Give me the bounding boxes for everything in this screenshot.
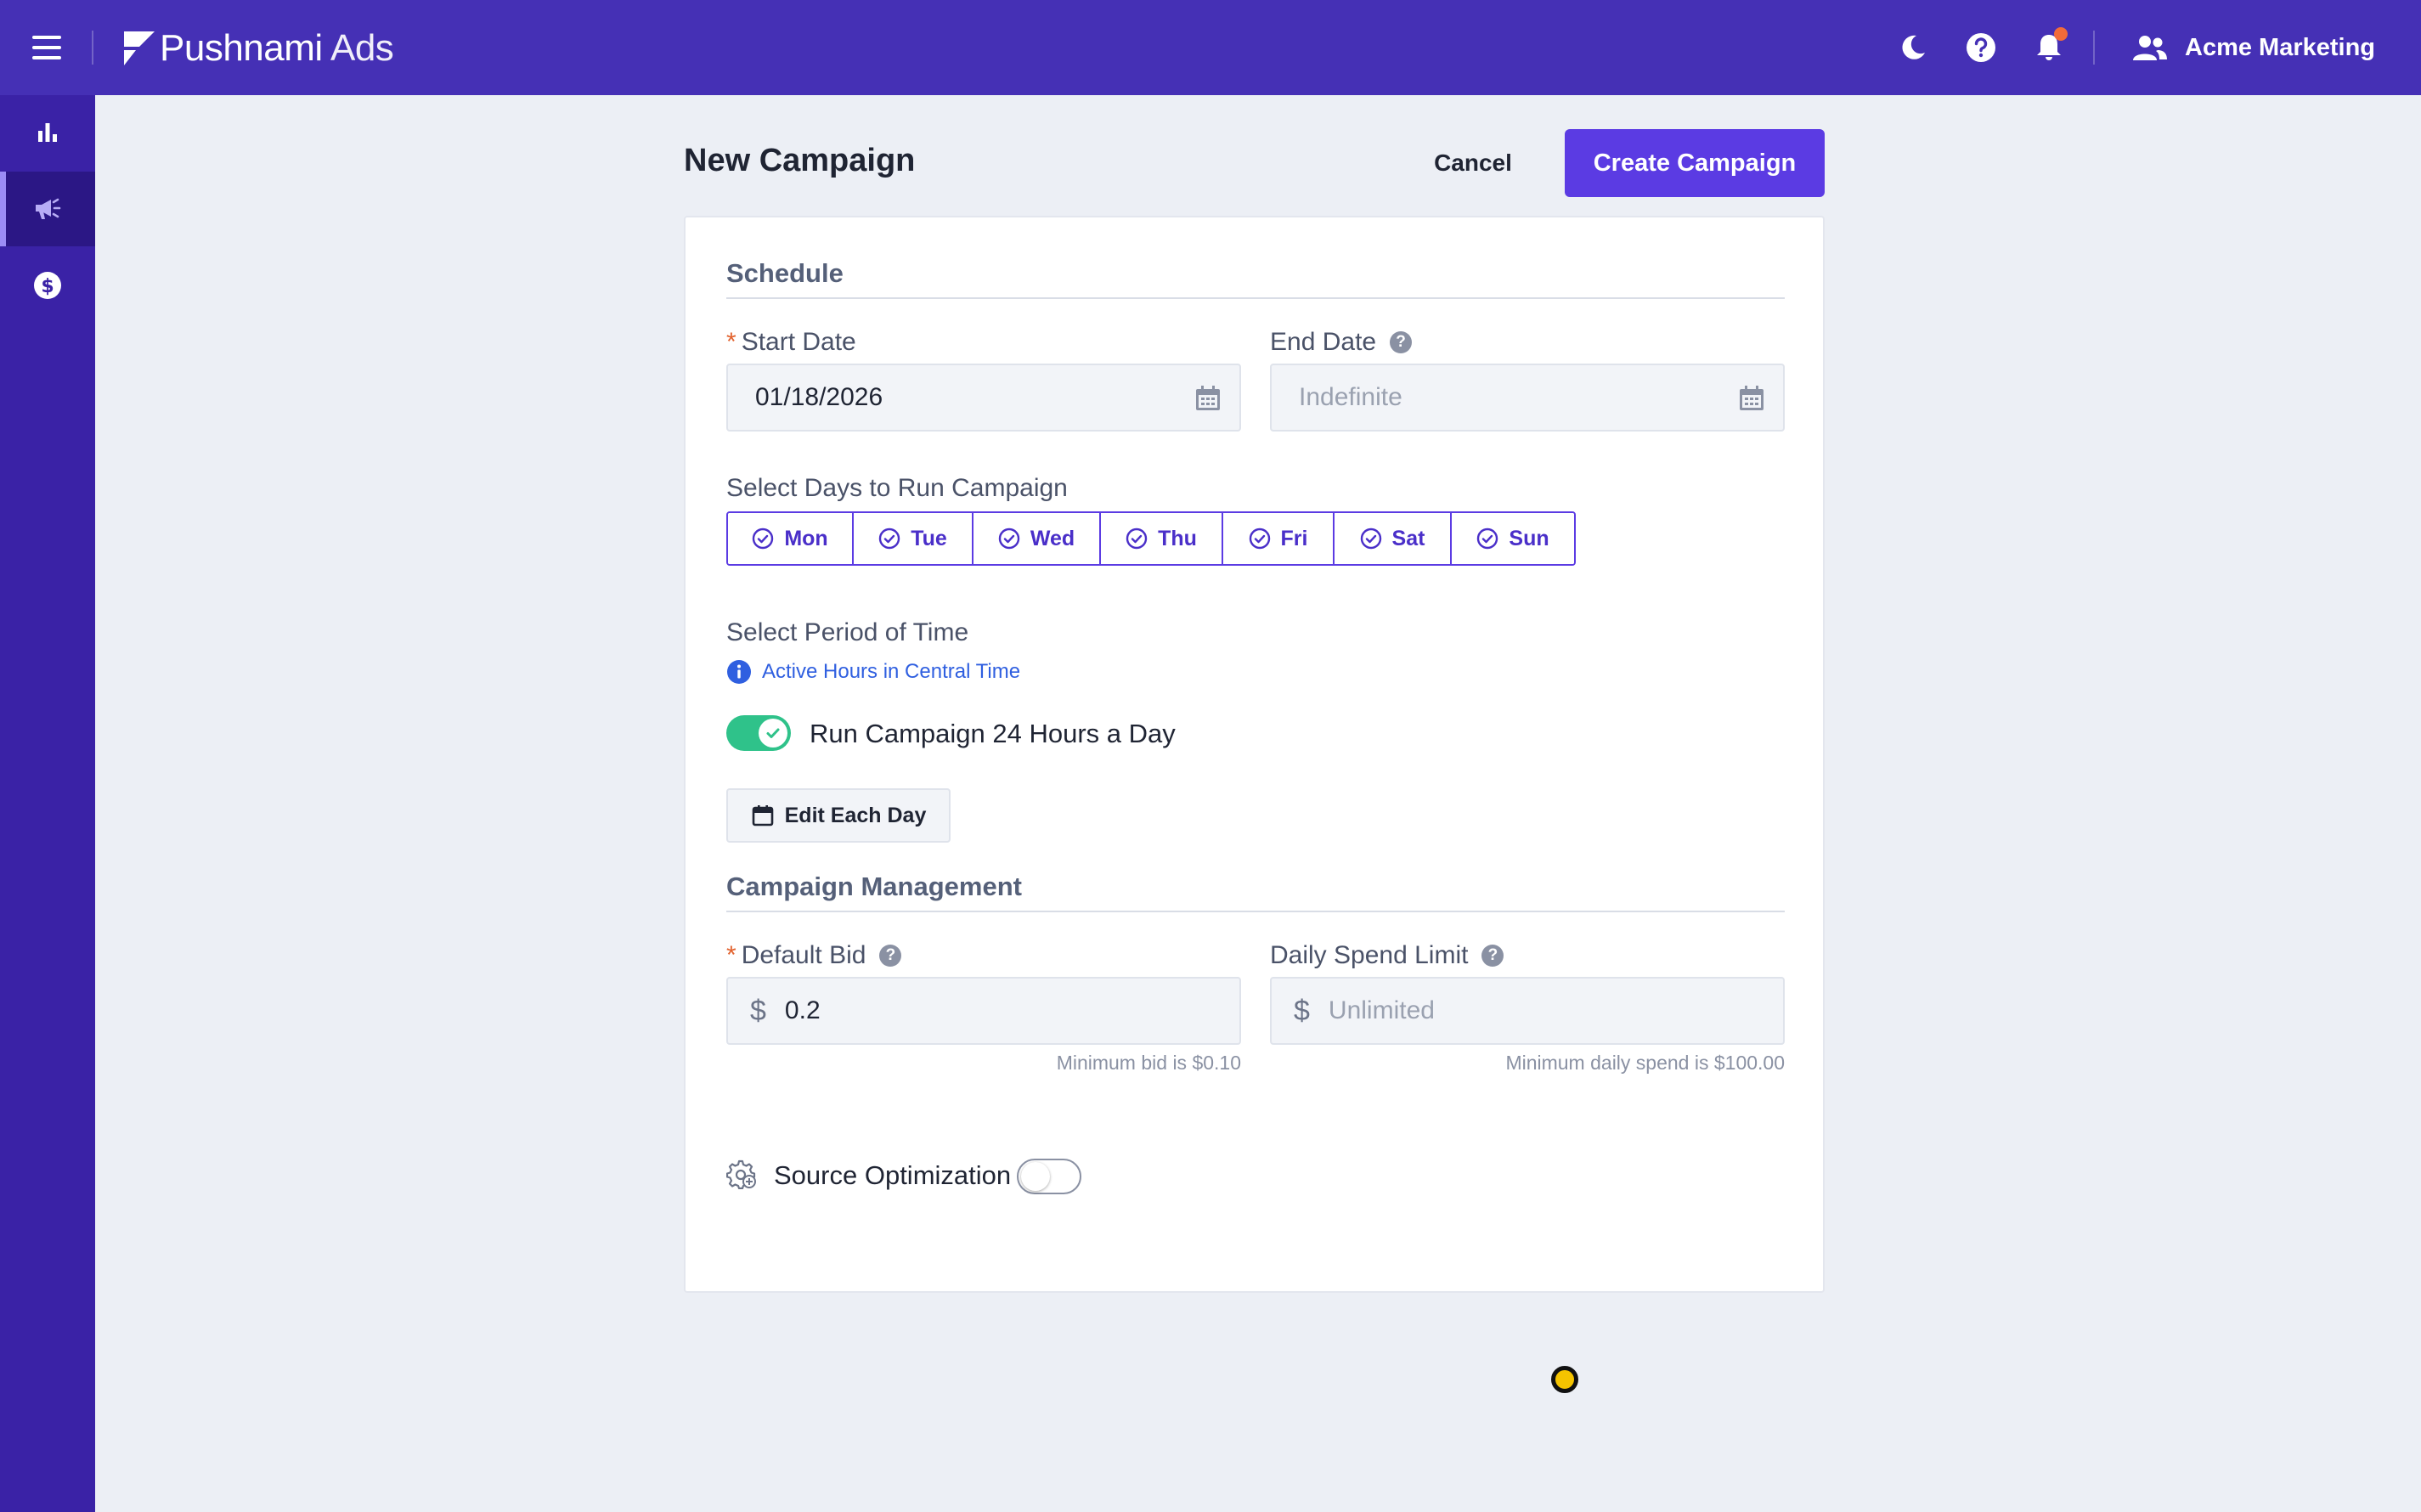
- source-optimization-toggle[interactable]: [1017, 1159, 1081, 1194]
- day-label: Sat: [1391, 526, 1425, 550]
- notification-badge: [2054, 27, 2068, 41]
- timezone-note: Active Hours in Central Time: [726, 659, 1020, 685]
- run-24h-label: Run Campaign 24 Hours a Day: [810, 719, 1176, 748]
- day-label: Fri: [1280, 526, 1308, 550]
- default-bid-label: * Default Bid?: [726, 941, 902, 970]
- day-toggle-tue[interactable]: Tue: [854, 513, 973, 564]
- dollar-icon: $: [1294, 994, 1310, 1027]
- day-selector: Mon Tue Wed Thu Fri Sat Sun: [726, 511, 1576, 566]
- default-bid-hint: Minimum bid is $0.10: [1056, 1052, 1241, 1074]
- daily-limit-hint: Minimum daily spend is $100.00: [1505, 1052, 1785, 1074]
- day-toggle-sun[interactable]: Sun: [1452, 513, 1574, 564]
- daily-limit-label: Daily Spend Limit?: [1270, 941, 1504, 970]
- mouse-cursor: [1551, 1366, 1578, 1393]
- sidebar-item-campaigns[interactable]: [0, 172, 95, 246]
- daily-limit-placeholder: Unlimited: [1328, 996, 1435, 1024]
- sidebar-item-billing[interactable]: $: [0, 248, 95, 323]
- check-circle-icon: [998, 528, 1020, 550]
- account-name: Acme Marketing: [2185, 33, 2376, 61]
- divider: [92, 31, 93, 65]
- dollar-circle-icon: $: [34, 272, 61, 299]
- check-circle-icon: [1249, 528, 1270, 550]
- top-bar: Pushnami Ads Acme Marketing: [0, 0, 2421, 95]
- edit-each-day-label: Edit Each Day: [784, 803, 927, 827]
- notifications-button[interactable]: [2032, 27, 2068, 65]
- bar-chart-icon: [38, 123, 57, 142]
- brand-name: Pushnami: [160, 27, 323, 69]
- sidebar-item-analytics[interactable]: [0, 95, 95, 170]
- toggle-knob: [1021, 1162, 1050, 1191]
- day-label: Thu: [1158, 526, 1197, 550]
- end-date-field[interactable]: Indefinite: [1270, 364, 1785, 432]
- source-optimization-label: Source Optimization: [774, 1160, 1012, 1190]
- users-icon: [2133, 36, 2167, 60]
- daily-limit-label-text: Daily Spend Limit: [1270, 941, 1469, 969]
- calendar-icon[interactable]: [1194, 384, 1222, 413]
- day-toggle-mon[interactable]: Mon: [728, 513, 854, 564]
- management-section-title: Campaign Management: [726, 872, 1022, 901]
- dollar-icon: $: [750, 994, 766, 1027]
- info-icon: [727, 660, 751, 684]
- calendar-icon: [752, 805, 773, 827]
- default-bid-field[interactable]: $ 0.2: [726, 977, 1241, 1045]
- check-circle-icon: [753, 528, 774, 550]
- day-label: Tue: [911, 526, 947, 550]
- sidebar: $: [0, 95, 95, 1512]
- start-date-field[interactable]: 01/18/2026: [726, 364, 1241, 432]
- days-label: Select Days to Run Campaign: [726, 474, 1068, 502]
- brand-suffix: Ads: [322, 27, 394, 69]
- schedule-section-title: Schedule: [726, 258, 844, 288]
- default-bid-value: 0.2: [784, 996, 821, 1024]
- start-date-value: 01/18/2026: [755, 383, 883, 411]
- moon-icon[interactable]: [1896, 31, 1930, 65]
- section-divider: [726, 297, 1785, 299]
- period-label: Select Period of Time: [726, 618, 969, 646]
- gear-icon: [726, 1159, 756, 1189]
- day-toggle-thu[interactable]: Thu: [1101, 513, 1223, 564]
- help-icon[interactable]: [1964, 31, 1998, 65]
- help-icon[interactable]: ?: [879, 945, 902, 967]
- required-marker: *: [726, 941, 736, 969]
- end-date-placeholder: Indefinite: [1299, 383, 1402, 411]
- start-date-label: * Start Date: [726, 328, 856, 357]
- day-label: Wed: [1030, 526, 1075, 550]
- check-circle-icon: [879, 528, 900, 550]
- calendar-icon[interactable]: [1737, 384, 1766, 413]
- check-circle-icon: [1477, 528, 1498, 550]
- start-date-label-text: Start Date: [741, 328, 856, 356]
- menu-icon[interactable]: [32, 36, 61, 59]
- cancel-button[interactable]: Cancel: [1410, 136, 1536, 190]
- help-icon[interactable]: ?: [1481, 945, 1504, 967]
- svg-text:$: $: [41, 276, 54, 297]
- create-campaign-button[interactable]: Create Campaign: [1565, 129, 1825, 197]
- end-date-label-text: End Date: [1270, 328, 1377, 356]
- end-date-label: End Date?: [1270, 328, 1413, 357]
- default-bid-label-text: Default Bid: [741, 941, 866, 969]
- pushnami-logo-icon: [124, 31, 155, 65]
- megaphone-icon: [36, 198, 61, 219]
- edit-each-day-button[interactable]: Edit Each Day: [726, 788, 951, 843]
- section-divider: [726, 911, 1785, 912]
- page-title: New Campaign: [684, 143, 916, 178]
- campaign-form-card: Schedule * Start Date 01/18/2026 End Date…: [684, 216, 1825, 1293]
- daily-limit-field[interactable]: $ Unlimited: [1270, 977, 1785, 1045]
- account-menu[interactable]: Acme Marketing: [2132, 25, 2375, 70]
- check-circle-icon: [1126, 528, 1148, 550]
- day-label: Mon: [784, 526, 828, 550]
- day-toggle-fri[interactable]: Fri: [1223, 513, 1335, 564]
- toggle-knob: [759, 719, 787, 748]
- brand-logo[interactable]: Pushnami Ads: [122, 25, 394, 71]
- timezone-note-text: Active Hours in Central Time: [762, 660, 1021, 683]
- help-icon[interactable]: ?: [1390, 331, 1413, 353]
- run-24h-toggle[interactable]: [726, 715, 791, 751]
- day-toggle-sat[interactable]: Sat: [1335, 513, 1452, 564]
- day-toggle-wed[interactable]: Wed: [973, 513, 1101, 564]
- required-marker: *: [726, 328, 736, 356]
- check-circle-icon: [1360, 528, 1381, 550]
- check-icon: [766, 728, 780, 738]
- divider: [2093, 31, 2095, 65]
- day-label: Sun: [1509, 526, 1549, 550]
